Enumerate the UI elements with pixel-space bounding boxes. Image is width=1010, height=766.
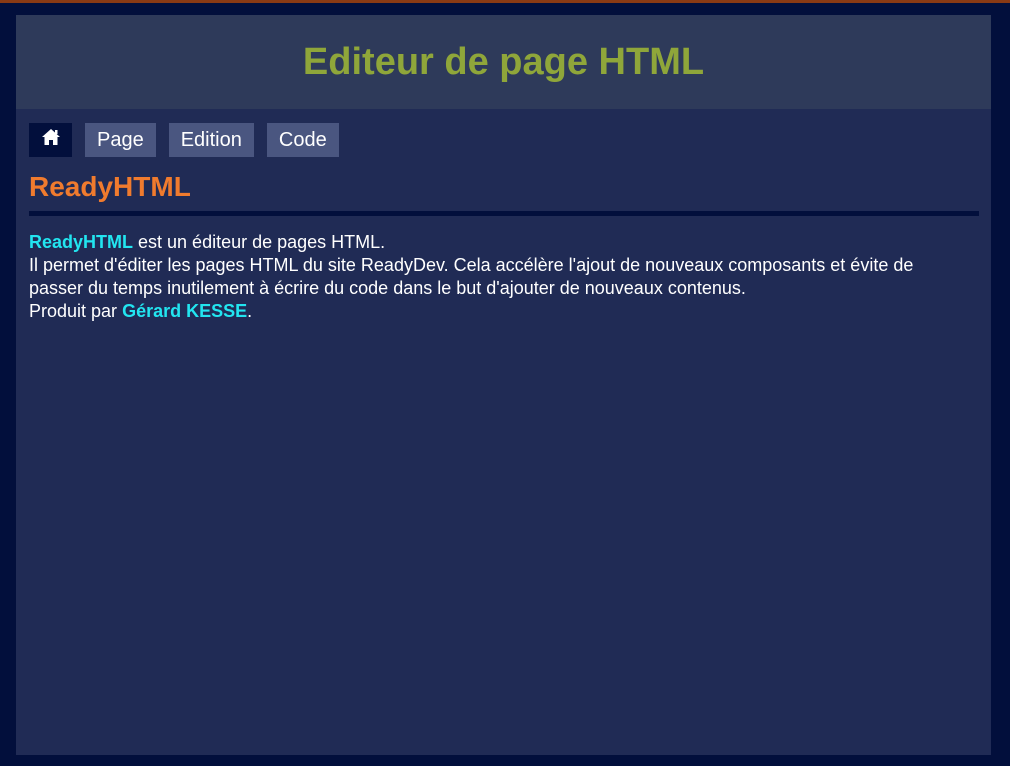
product-link[interactable]: ReadyHTML [29, 232, 133, 252]
intro-text: est un éditeur de pages HTML. [133, 232, 386, 252]
content-body: ReadyHTML est un éditeur de pages HTML. … [29, 231, 959, 323]
section-title: ReadyHTML [29, 171, 191, 202]
nav-item-code[interactable]: Code [266, 123, 339, 157]
nav-home-button[interactable] [29, 123, 72, 157]
nav-item-page[interactable]: Page [85, 123, 156, 157]
page-title: Editeur de page HTML [302, 40, 705, 83]
top-accent-strip [0, 0, 1010, 3]
description-text: Il permet d'éditer les pages HTML du sit… [29, 255, 914, 298]
credits-line: Produit par Gérard KESSE. [29, 300, 959, 323]
nav-item-edition[interactable]: Edition [168, 123, 254, 157]
page-header: Editeur de page HTML [16, 15, 991, 109]
section-divider [29, 211, 979, 216]
home-icon [41, 123, 61, 157]
nav-menu: Page Edition Code [29, 123, 339, 157]
credits-suffix: . [247, 301, 253, 321]
page-frame: Editeur de page HTML Page Edition Code R… [16, 15, 991, 755]
intro-line: ReadyHTML est un éditeur de pages HTML. [29, 231, 959, 254]
credits-prefix: Produit par [29, 301, 123, 321]
author-link[interactable]: Gérard KESSE [122, 301, 247, 321]
